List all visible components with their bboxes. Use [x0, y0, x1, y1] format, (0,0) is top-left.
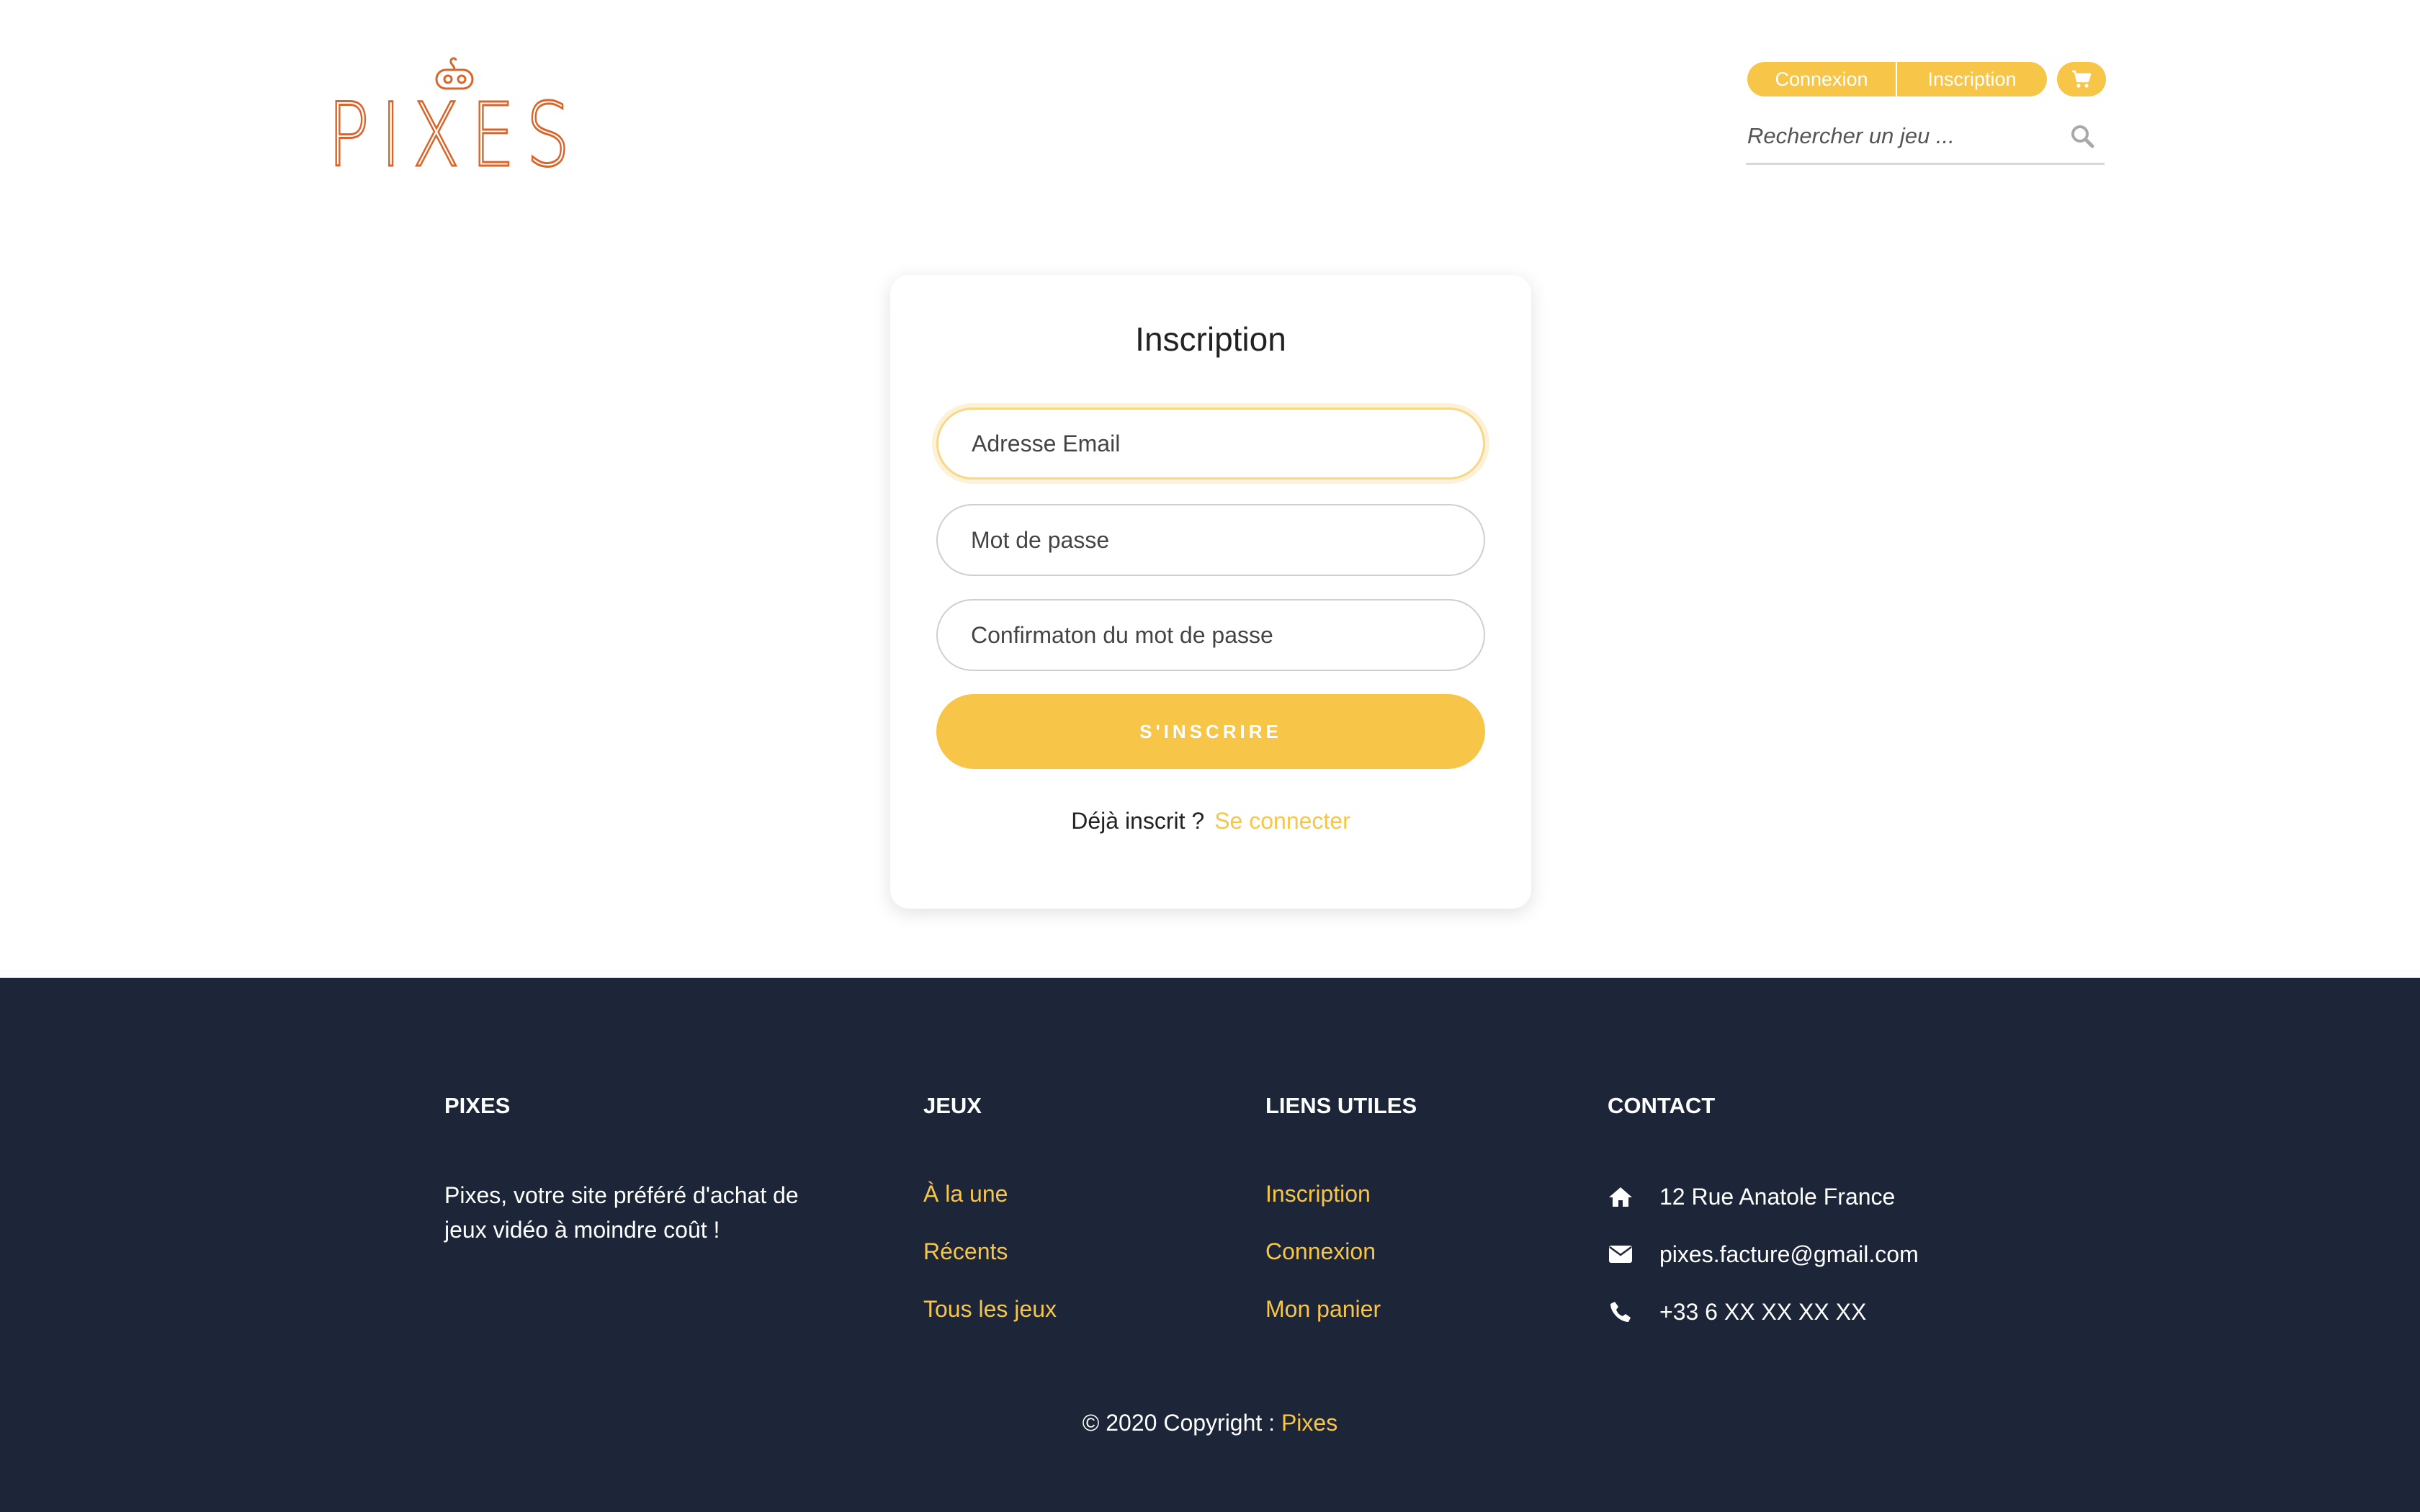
envelope-icon [1608, 1241, 1634, 1267]
footer-heading-useful-links: LIENS UTILES [1265, 1093, 1417, 1118]
shopping-cart-icon [2072, 70, 2092, 88]
contact-address-text: 12 Rue Anatole France [1659, 1183, 1896, 1210]
auth-buttons: Connexion Inscription [1747, 62, 2047, 96]
footer-heading-pixes: PIXES [444, 1093, 511, 1118]
footer-link-cart[interactable]: Mon panier [1265, 1296, 1381, 1323]
signup-submit-button[interactable]: S'INSCRIRE [936, 694, 1485, 769]
footer-link-signup[interactable]: Inscription [1265, 1181, 1371, 1207]
contact-phone: +33 6 XX XX XX XX [1608, 1297, 1866, 1326]
site-logo[interactable]: PIXES [328, 56, 583, 171]
contact-address: 12 Rue Anatole France [1608, 1182, 1895, 1211]
logo-graphic: PIXES [328, 57, 581, 171]
footer-heading-games: JEUX [923, 1093, 982, 1118]
search-icon[interactable] [2070, 124, 2094, 148]
password-field[interactable] [936, 504, 1485, 576]
email-field[interactable] [936, 408, 1485, 480]
already-registered-line: Déjà inscrit ? Se connecter [890, 808, 1531, 834]
search-bar [1746, 114, 2105, 165]
footer-link-featured[interactable]: À la une [923, 1181, 1008, 1207]
footer-heading-contact: CONTACT [1608, 1093, 1716, 1118]
already-registered-text: Déjà inscrit ? [1071, 808, 1205, 834]
contact-email-text: pixes.facture@gmail.com [1659, 1241, 1919, 1267]
signup-button[interactable]: Inscription [1897, 62, 2047, 96]
login-link[interactable]: Se connecter [1214, 808, 1350, 834]
footer-about-text: Pixes, votre site préféré d'achat de jeu… [444, 1182, 799, 1243]
site-footer: PIXES Pixes, votre site préféré d'achat … [0, 978, 2420, 1512]
footer-link-login[interactable]: Connexion [1265, 1238, 1376, 1265]
phone-icon [1608, 1299, 1634, 1325]
copyright-brand-link[interactable]: Pixes [1281, 1410, 1337, 1436]
login-button[interactable]: Connexion [1747, 62, 1897, 96]
contact-email: pixes.facture@gmail.com [1608, 1240, 1919, 1269]
footer-link-recent[interactable]: Récents [923, 1238, 1008, 1265]
footer-link-all-games[interactable]: Tous les jeux [923, 1296, 1057, 1323]
copyright-text: © 2020 Copyright : [1082, 1410, 1281, 1436]
confirm-password-field[interactable] [936, 599, 1485, 671]
contact-phone-text: +33 6 XX XX XX XX [1659, 1298, 1867, 1325]
form-title: Inscription [1135, 320, 1286, 358]
home-icon [1608, 1184, 1634, 1210]
cart-button[interactable] [2057, 62, 2106, 96]
signup-card: Inscription S'INSCRIRE Déjà inscrit ? Se … [890, 275, 1531, 909]
search-input[interactable] [1746, 114, 2050, 158]
copyright: © 2020 Copyright : Pixes [0, 1410, 2420, 1436]
logo-text: PIXES [328, 84, 581, 171]
